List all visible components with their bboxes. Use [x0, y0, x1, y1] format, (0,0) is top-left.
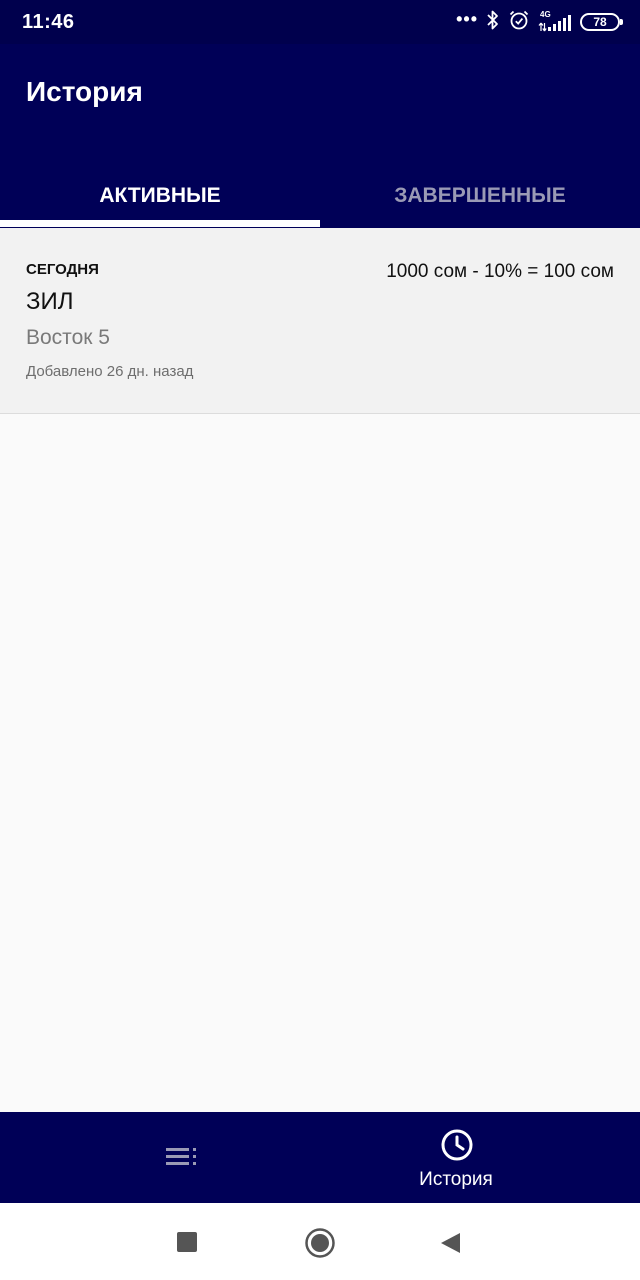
bottom-nav: История: [0, 1112, 640, 1203]
nav-history[interactable]: История: [320, 1112, 640, 1203]
battery-level: 78: [593, 15, 607, 29]
battery-icon: 78: [580, 13, 623, 31]
notification-dots: •••: [456, 9, 478, 29]
tab-indicator: [0, 220, 320, 227]
alarm-icon: [508, 9, 530, 36]
home-icon[interactable]: [304, 1227, 336, 1264]
order-name: ЗИЛ: [26, 288, 74, 315]
signal-icon: 4G: [538, 10, 572, 33]
nav-orders[interactable]: [0, 1112, 320, 1203]
order-added: Добавлено 26 дн. назад: [26, 363, 194, 380]
order-price: 1000 сом - 10% = 100 сом: [386, 261, 614, 282]
tab-active-label: АКТИВНЫЕ: [99, 184, 221, 207]
tab-completed-label: ЗАВЕРШЕННЫЕ: [394, 184, 566, 207]
page-title: История: [26, 76, 143, 107]
tab-active[interactable]: АКТИВНЫЕ: [0, 164, 320, 228]
list-icon: [166, 1146, 198, 1173]
nav-history-label: История: [419, 1169, 493, 1190]
status-time: 11:46: [22, 11, 75, 33]
status-icons: ••• 4G 78: [456, 9, 623, 36]
status-bar: 11:46 ••• 4G 78: [0, 0, 640, 44]
app-bar: История АКТИВНЫЕ ЗАВЕРШЕННЫЕ: [0, 44, 640, 228]
recents-icon[interactable]: [176, 1231, 198, 1258]
order-location: Восток 5: [26, 326, 110, 349]
back-icon[interactable]: [438, 1231, 462, 1260]
tab-completed[interactable]: ЗАВЕРШЕННЫЕ: [320, 164, 640, 228]
order-card[interactable]: СЕГОДНЯ 1000 сом - 10% = 100 сом ЗИЛ Вос…: [0, 228, 640, 414]
clock-icon: [440, 1128, 474, 1167]
order-date: СЕГОДНЯ: [26, 261, 99, 278]
system-nav: [0, 1203, 640, 1280]
bluetooth-icon: [486, 9, 500, 36]
